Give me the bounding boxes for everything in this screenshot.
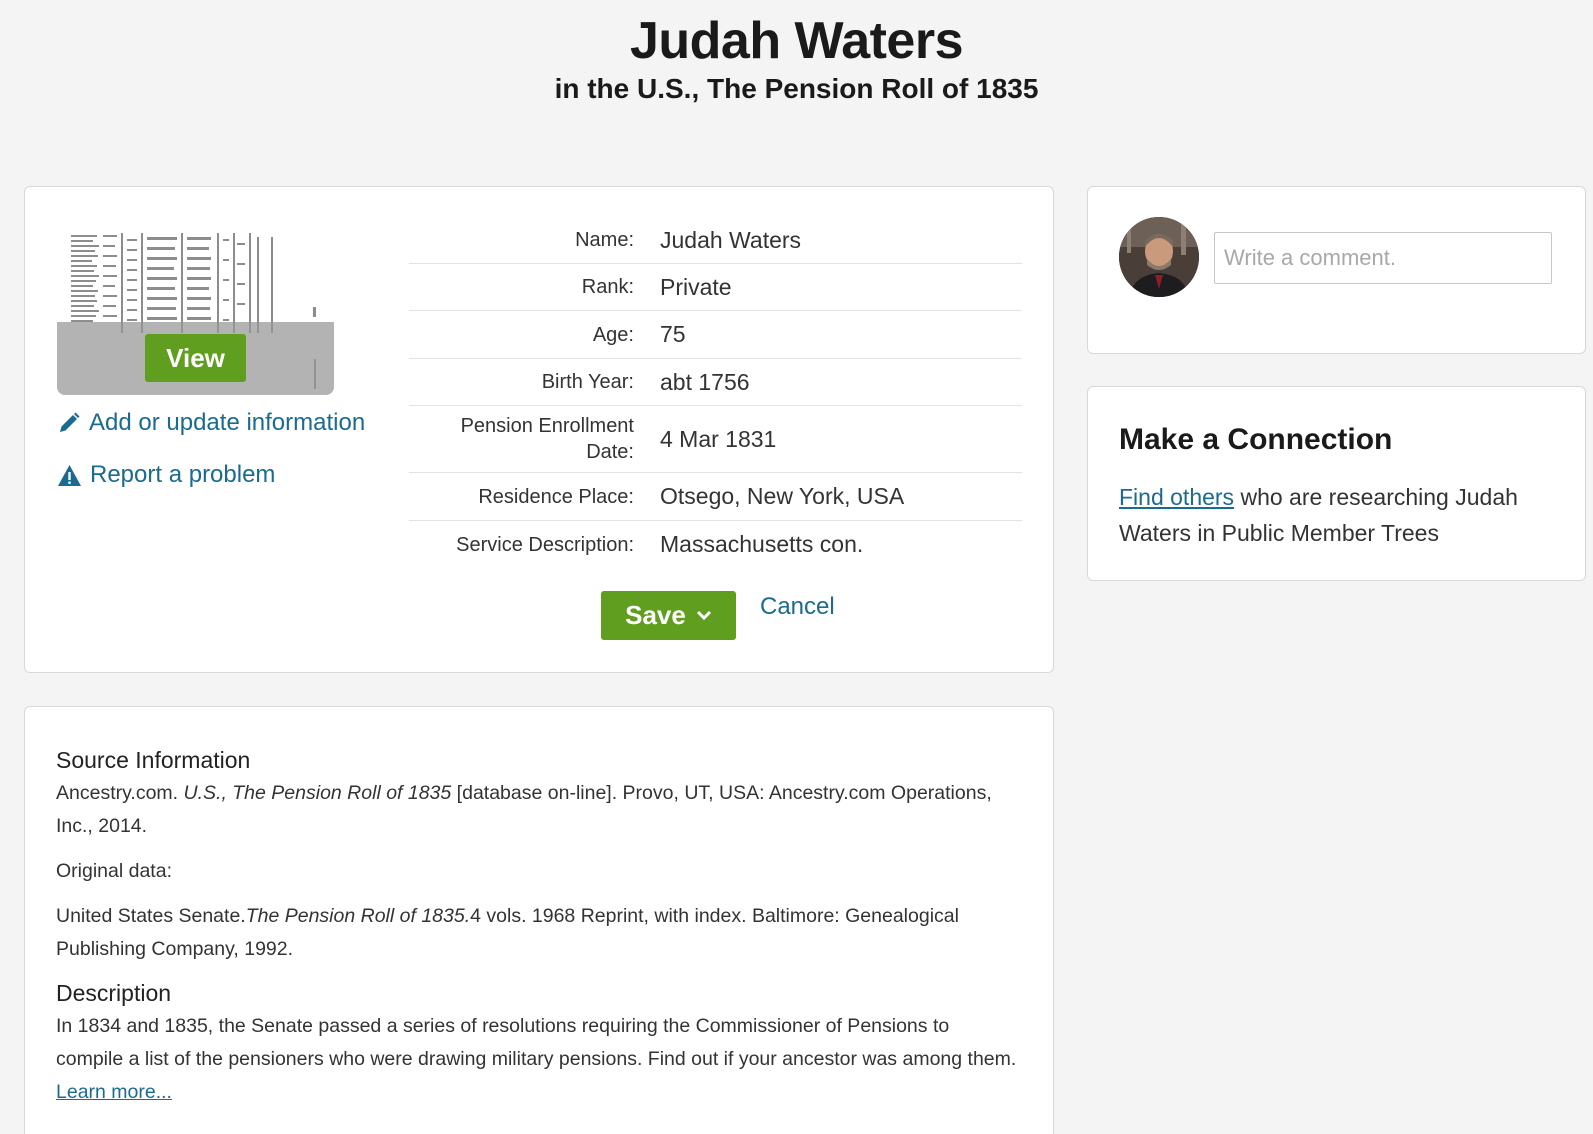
field-row-rank: Rank: Private: [409, 264, 1022, 311]
citation-prefix: Ancestry.com.: [56, 782, 184, 804]
description-heading: Description: [56, 980, 172, 1006]
field-value: Massachusetts con.: [660, 531, 864, 557]
field-label: Birth Year:: [541, 371, 634, 393]
save-button[interactable]: Save: [601, 591, 736, 640]
report-problem-link[interactable]: Report a problem: [57, 461, 275, 489]
connection-card: Make a Connection Find others who are re…: [1087, 386, 1586, 581]
add-update-information-link[interactable]: Add or update information: [57, 409, 365, 437]
original-prefix: United States Senate.: [56, 905, 246, 927]
field-row-residence-place: Residence Place: Otsego, New York, USA: [409, 473, 1022, 521]
view-image-button[interactable]: View: [145, 334, 246, 382]
field-row-service-description: Service Description: Massachusetts con.: [409, 521, 1022, 568]
field-row-name: Name: Judah Waters: [409, 217, 1022, 264]
field-label: Rank:: [581, 276, 634, 298]
field-row-age: Age: 75: [409, 311, 1022, 359]
comment-card: [1087, 186, 1586, 354]
source-body: Source Information Ancestry.com. U.S., T…: [56, 745, 1021, 1109]
original-data-label: Original data:: [56, 860, 172, 882]
field-row-birth-year: Birth Year: abt 1756: [409, 359, 1022, 406]
avatar-photo: [1119, 217, 1199, 297]
field-label: Service Description:: [456, 533, 634, 556]
warning-icon: [58, 464, 81, 486]
comment-input[interactable]: [1214, 232, 1552, 284]
field-label: Age:: [592, 323, 634, 346]
source-information-heading: Source Information: [56, 747, 251, 773]
field-row-pension-enrollment-date: Pension Enrollment Date: 4 Mar 1831: [409, 406, 1022, 473]
pencil-icon: [60, 412, 80, 432]
cancel-link[interactable]: Cancel: [760, 593, 835, 621]
collection-title: in the U.S., The Pension Roll of 1835: [554, 73, 1039, 104]
field-label: Residence Place:: [478, 485, 634, 508]
record-card: View Add or update information Report a …: [24, 186, 1054, 673]
record-image-thumbnail[interactable]: View: [57, 219, 334, 395]
report-problem-label: Report a problem: [90, 461, 276, 488]
field-value: Judah Waters: [660, 226, 802, 253]
field-label: Name:: [575, 229, 634, 251]
source-card: Source Information Ancestry.com. U.S., T…: [24, 706, 1054, 1134]
original-title: The Pension Roll of 1835.: [245, 905, 471, 927]
avatar: [1119, 217, 1199, 297]
field-value: Otsego, New York, USA: [660, 483, 905, 509]
field-value: Private: [660, 273, 732, 300]
description-body: In 1834 and 1835, the Senate passed a se…: [56, 1015, 1017, 1070]
save-button-label: Save: [625, 600, 686, 630]
chevron-down-icon: [696, 610, 711, 620]
citation-title: U.S., The Pension Roll of 1835: [183, 782, 452, 804]
connection-text: Find others who are researching Judah Wa…: [1119, 479, 1559, 551]
original-data-citation: United States Senate.The Pension Roll of…: [56, 900, 1021, 966]
record-fields: Name: Judah Waters Rank: Private Age: 75…: [409, 217, 1022, 568]
find-others-link[interactable]: Find others: [1119, 484, 1234, 510]
connection-title: Make a Connection: [1119, 423, 1393, 456]
description-text: In 1834 and 1835, the Senate passed a se…: [56, 1010, 1021, 1109]
source-citation: Ancestry.com. U.S., The Pension Roll of …: [56, 777, 1021, 843]
learn-more-link[interactable]: Learn more...: [56, 1081, 172, 1103]
field-value: 4 Mar 1831: [660, 425, 777, 452]
field-label: Pension Enrollment Date:: [460, 415, 634, 463]
page-header: Judah Waters in the U.S., The Pension Ro…: [0, 10, 1593, 106]
add-update-information-label: Add or update information: [89, 409, 366, 436]
field-value: abt 1756: [660, 368, 750, 395]
field-value: 75: [660, 321, 686, 347]
page-title: Judah Waters: [629, 12, 964, 70]
